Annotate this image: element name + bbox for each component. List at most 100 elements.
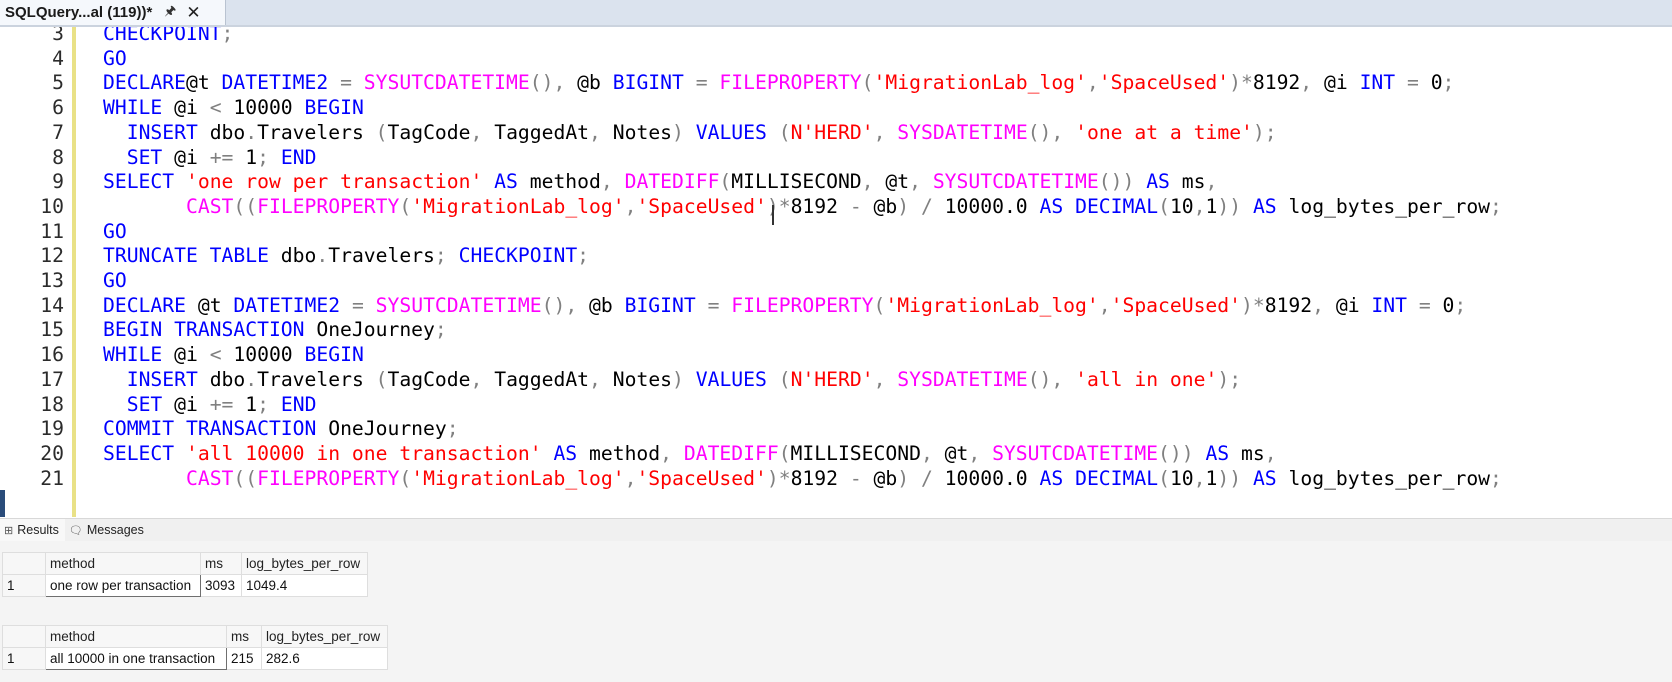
code-token: log_bytes_per_row bbox=[1276, 466, 1491, 490]
code-token: 'MigrationLab_log' bbox=[411, 194, 625, 218]
tab-messages[interactable]: 🗨︎ Messages bbox=[65, 519, 150, 541]
code-line[interactable]: 5 DECLARE@t DATETIME2 = SYSUTCDATETIME(),… bbox=[0, 70, 1672, 96]
code-token: , bbox=[968, 441, 981, 465]
code-token: FILEPROPERTY bbox=[257, 194, 400, 218]
code-token: MILLISECOND bbox=[790, 441, 921, 465]
code-token: ; bbox=[434, 318, 447, 342]
close-icon[interactable]: ✕ bbox=[186, 3, 200, 23]
code-token: ( bbox=[861, 71, 874, 95]
result-grid-2[interactable]: method ms log_bytes_per_row 1 all 10000 … bbox=[2, 625, 388, 670]
code-token: , bbox=[1300, 71, 1313, 95]
code-token: . bbox=[245, 120, 258, 144]
code-line[interactable]: 3 CHECKPOINT; bbox=[0, 27, 1672, 47]
pin-icon[interactable]: 🖈︎ bbox=[164, 2, 176, 24]
code-line[interactable]: 6 WHILE @i < 10000 BEGIN bbox=[0, 95, 1672, 121]
code-token: BIGINT bbox=[624, 293, 696, 317]
line-number: 8 bbox=[52, 145, 64, 169]
code-token: MILLISECOND bbox=[731, 170, 862, 194]
code-line[interactable]: 13 GO bbox=[0, 268, 1672, 294]
code-token: @b bbox=[577, 293, 625, 317]
cell-ms[interactable]: 215 bbox=[226, 647, 262, 670]
code-line[interactable]: 19 COMMIT TRANSACTION OneJourney; bbox=[0, 416, 1672, 442]
code-token: ; bbox=[1454, 293, 1467, 317]
code-token: 'one row per transaction' bbox=[185, 170, 483, 194]
code-token: SYSUTCDATETIME bbox=[992, 441, 1159, 465]
cell-ms[interactable]: 3093 bbox=[200, 574, 242, 597]
code-token: SET bbox=[126, 145, 163, 169]
code-line[interactable]: 12 TRUNCATE TABLE dbo.Travelers; CHECKPOI… bbox=[0, 243, 1672, 269]
code-token: method bbox=[577, 441, 661, 465]
code-line[interactable]: 8 SET @i += 1; END bbox=[0, 145, 1672, 171]
code-line[interactable]: 16 WHILE @i < 10000 BEGIN bbox=[0, 342, 1672, 368]
column-header-ms[interactable]: ms bbox=[226, 625, 262, 648]
result-grid-1[interactable]: method ms log_bytes_per_row 1 one row pe… bbox=[2, 552, 368, 597]
code-token: @b bbox=[861, 466, 898, 490]
code-line[interactable]: 17 INSERT dbo.Travelers (TagCode, Tagged… bbox=[0, 367, 1672, 393]
code-text: SET @i += 1; END bbox=[103, 392, 317, 418]
column-header-method[interactable]: method bbox=[45, 552, 201, 575]
code-line[interactable]: 20 SELECT 'all 10000 in one transaction' … bbox=[0, 441, 1672, 467]
code-token: END bbox=[280, 145, 317, 169]
code-line[interactable]: 10 CAST((FILEPROPERTY('MigrationLab_log'… bbox=[0, 194, 1672, 220]
cell-method[interactable]: one row per transaction bbox=[45, 574, 201, 597]
line-number: 6 bbox=[52, 96, 64, 120]
line-number: 12 bbox=[40, 244, 64, 268]
code-token: 'MigrationLab_log' bbox=[411, 466, 625, 490]
code-token: - bbox=[849, 194, 862, 218]
code-line[interactable]: 4 GO bbox=[0, 46, 1672, 72]
cell-log-bytes[interactable]: 1049.4 bbox=[241, 574, 368, 597]
column-header-method[interactable]: method bbox=[45, 625, 227, 648]
code-line[interactable]: 21 CAST((FILEPROPERTY('MigrationLab_log'… bbox=[0, 466, 1672, 492]
code-token: , bbox=[909, 170, 921, 194]
table-row[interactable]: 1 all 10000 in one transaction 215 282.6 bbox=[2, 647, 388, 670]
code-token: AS bbox=[1146, 170, 1170, 194]
column-header-log-bytes[interactable]: log_bytes_per_row bbox=[241, 552, 368, 575]
table-row[interactable]: 1 one row per transaction 3093 1049.4 bbox=[2, 574, 368, 597]
row-number[interactable]: 1 bbox=[2, 574, 46, 597]
row-number[interactable]: 1 bbox=[2, 647, 46, 670]
code-line[interactable]: 15 BEGIN TRANSACTION OneJourney; bbox=[0, 317, 1672, 343]
code-token: END bbox=[280, 392, 317, 416]
code-text: WHILE @i < 10000 BEGIN bbox=[103, 342, 364, 368]
code-token: , bbox=[600, 170, 613, 194]
column-header-log-bytes[interactable]: log_bytes_per_row bbox=[261, 625, 388, 648]
code-token: ; bbox=[434, 244, 447, 268]
document-tab-bar: SQLQuery...al (119))* 🖈︎ ✕ bbox=[0, 0, 1672, 27]
code-line[interactable]: 11 GO bbox=[0, 219, 1672, 245]
query-editor[interactable]: 3 CHECKPOINT; 4 GO 5 DECLARE@t DATETIME2 = SY… bbox=[0, 27, 1672, 517]
code-token: ; bbox=[446, 417, 459, 441]
code-token: TagCode bbox=[387, 120, 471, 144]
code-token: BEGIN bbox=[304, 96, 364, 120]
code-line[interactable]: 14 DECLARE @t DATETIME2 = SYSUTCDATETIME(… bbox=[0, 293, 1672, 319]
line-number: 10 bbox=[40, 194, 64, 218]
cell-log-bytes[interactable]: 282.6 bbox=[261, 647, 388, 670]
code-token: , bbox=[1193, 466, 1206, 490]
code-line[interactable]: 7 INSERT dbo.Travelers (TagCode, TaggedA… bbox=[0, 120, 1672, 146]
code-text: DECLARE @t DATETIME2 = SYSUTCDATETIME(),… bbox=[103, 293, 1466, 319]
code-token: N'HERD' bbox=[790, 367, 874, 391]
code-token: CHECKPOINT bbox=[458, 244, 578, 268]
column-header-ms[interactable]: ms bbox=[200, 552, 242, 575]
code-line[interactable]: 18 SET @i += 1; END bbox=[0, 392, 1672, 418]
cell-method[interactable]: all 10000 in one transaction bbox=[45, 647, 227, 670]
code-line[interactable]: 9 SELECT 'one row per transaction' AS met… bbox=[0, 169, 1672, 195]
code-token: 8192 bbox=[1264, 293, 1313, 317]
code-token: ( bbox=[375, 367, 388, 391]
query-tab[interactable]: SQLQuery...al (119))* 🖈︎ ✕ bbox=[0, 0, 226, 25]
code-token: 'one at a time' bbox=[1075, 120, 1253, 144]
code-token: @t bbox=[185, 293, 234, 317]
code-token: CAST bbox=[185, 466, 234, 490]
code-token: dbo bbox=[197, 120, 246, 144]
code-token: AS bbox=[1252, 466, 1277, 490]
code-token: @b bbox=[565, 71, 613, 95]
code-token: ; bbox=[1490, 194, 1502, 218]
tab-results[interactable]: ⊞ Results bbox=[0, 519, 65, 541]
code-token: ( bbox=[399, 466, 412, 490]
